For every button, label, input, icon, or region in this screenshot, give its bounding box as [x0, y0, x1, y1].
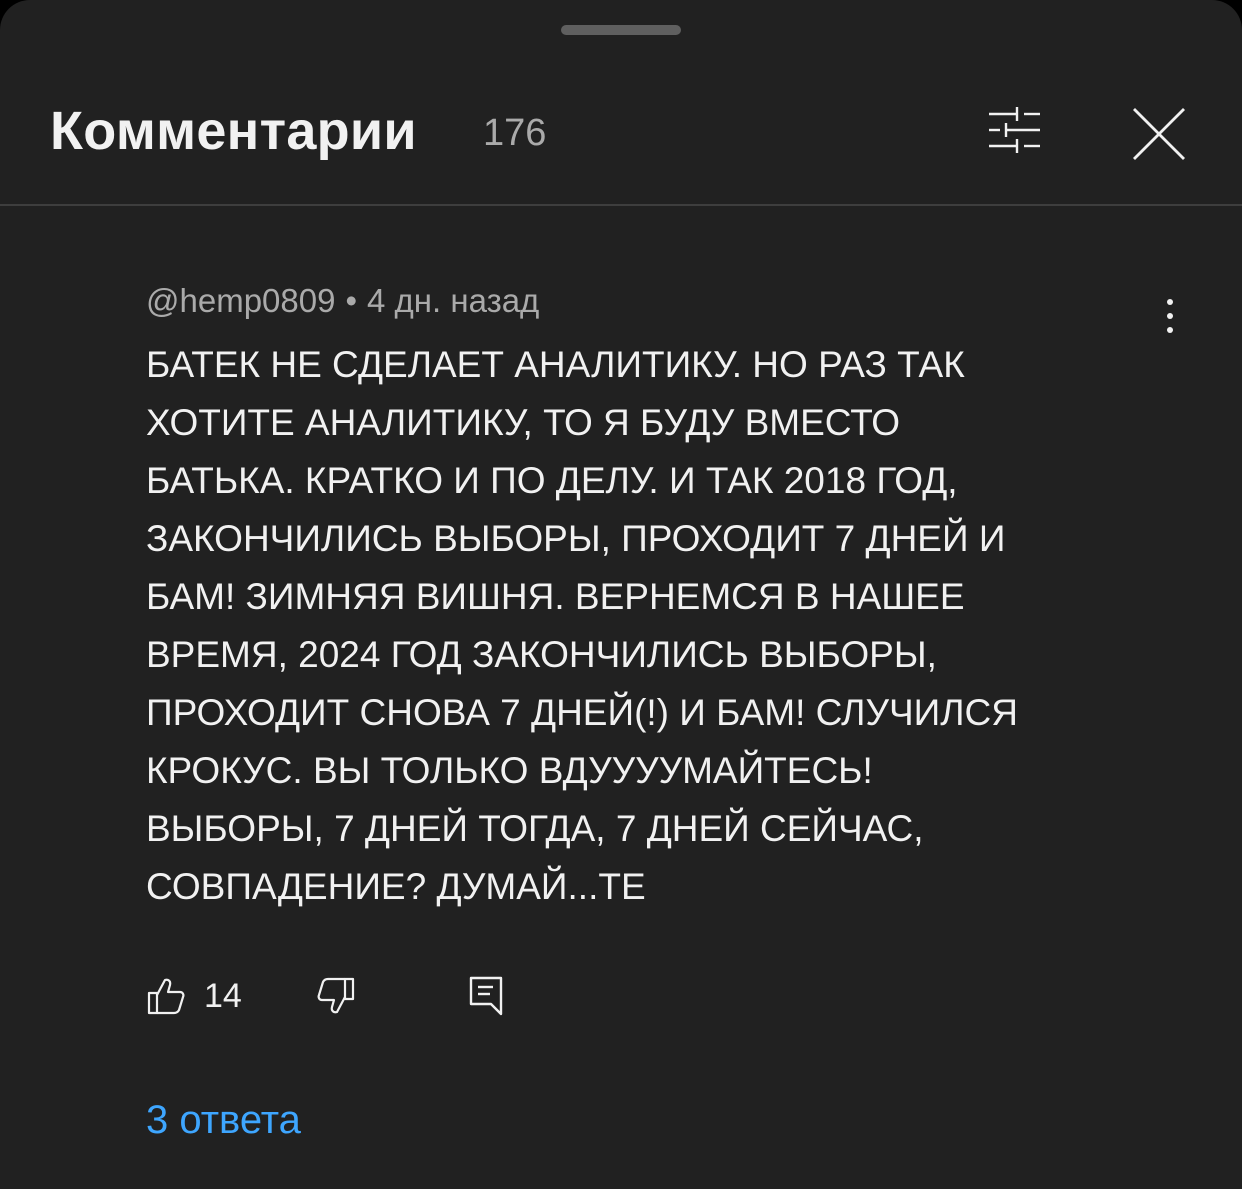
- comment-text-line: БАТЬКА. КРАТКО И ПО ДЕЛУ. И ТАК 2018 ГОД…: [146, 460, 958, 501]
- comment-meta: @hemp0809 • 4 дн. назад: [146, 278, 1156, 324]
- dislike-button[interactable]: [314, 970, 358, 1022]
- reply-icon: [469, 976, 503, 1016]
- comment-actions: 14: [146, 970, 546, 1022]
- reply-button[interactable]: [464, 970, 508, 1022]
- meta-separator: •: [345, 282, 358, 319]
- comment-text-line: ВРЕМЯ, 2024 ГОД ЗАКОНЧИЛИСЬ ВЫБОРЫ,: [146, 634, 937, 675]
- comment-text: БАТЕК НЕ СДЕЛАЕТ АНАЛИТИКУ. НО РАЗ ТАК Х…: [146, 336, 1156, 916]
- comment-text-line: ПРОХОДИТ СНОВА 7 ДНЕЙ(!) И БАМ! СЛУЧИЛСЯ: [146, 692, 1018, 733]
- drag-handle[interactable]: [561, 25, 681, 35]
- more-dot: [1167, 313, 1173, 319]
- comments-header: Комментарии 176: [0, 70, 1242, 200]
- comment-more-button[interactable]: [1150, 292, 1190, 340]
- comment-text-line: КРОКУС. ВЫ ТОЛЬКО ВДУУУУМАЙТЕСЬ!: [146, 750, 873, 791]
- more-dot: [1167, 327, 1173, 333]
- more-dot: [1167, 299, 1173, 305]
- comments-title: Комментарии: [50, 101, 417, 161]
- comment-text-line: БАМ! ЗИМНЯЯ ВИШНЯ. ВЕРНЕМСЯ В НАШЕЕ: [146, 576, 965, 617]
- like-button[interactable]: 14: [146, 970, 242, 1022]
- comment-text-line: ВЫБОРЫ, 7 ДНЕЙ ТОГДА, 7 ДНЕЙ СЕЙЧАС,: [146, 808, 924, 849]
- sliders-icon: [989, 107, 1040, 153]
- comments-count: 176: [483, 112, 547, 154]
- header-divider: [0, 204, 1242, 206]
- filter-button[interactable]: [975, 95, 1053, 165]
- thumbs-up-icon: [147, 978, 185, 1015]
- close-button[interactable]: [1120, 95, 1198, 173]
- comment-text-line: ЗАКОНЧИЛИСЬ ВЫБОРЫ, ПРОХОДИТ 7 ДНЕЙ И: [146, 518, 1006, 559]
- comment-text-line: ХОТИТЕ АНАЛИТИКУ, ТО Я БУДУ ВМЕСТО: [146, 402, 900, 443]
- comment-text-line: БАТЕК НЕ СДЕЛАЕТ АНАЛИТИКУ. НО РАЗ ТАК: [146, 344, 965, 385]
- comments-sheet: Комментарии 176 @hemp0809 • 4 дн. назад …: [0, 0, 1242, 1189]
- comment: @hemp0809 • 4 дн. назад БАТЕК НЕ СДЕЛАЕТ А…: [146, 278, 1156, 916]
- replies-link[interactable]: 3 ответа: [146, 1098, 301, 1143]
- comment-text-line: СОВПАДЕНИЕ? ДУМАЙ...ТЕ: [146, 866, 646, 907]
- like-count: 14: [204, 976, 242, 1015]
- comment-time: 4 дн. назад: [367, 282, 540, 319]
- comment-author[interactable]: @hemp0809: [146, 282, 335, 319]
- close-icon: [1133, 108, 1185, 160]
- thumbs-down-icon: [317, 977, 355, 1014]
